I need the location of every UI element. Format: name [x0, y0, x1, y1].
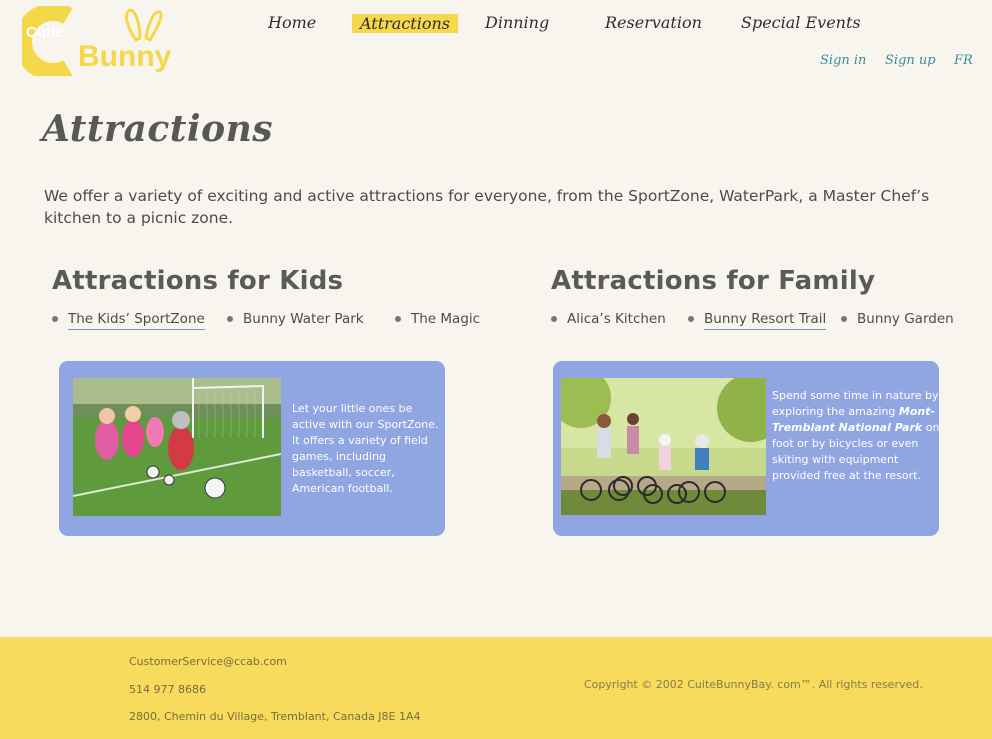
sign-up-link[interactable]: Sign up — [885, 53, 936, 68]
kids-section-title: Attractions for Kids — [52, 266, 344, 296]
footer: CustomerService@ccab.com 514 977 8686 28… — [0, 637, 992, 739]
nav-home[interactable]: Home — [268, 12, 316, 34]
page-title: Attractions — [42, 108, 274, 150]
bullet-icon — [688, 316, 694, 322]
bullet-icon — [841, 316, 847, 322]
bullet-icon — [551, 316, 557, 322]
main-nav: Home Attractions Dinning Reservation Spe… — [0, 12, 992, 36]
tab-label: The Kids’ SportZone — [68, 311, 205, 330]
footer-copyright: Copyright © 2002 CuiteBunnyBay. com™. Al… — [584, 678, 923, 691]
nav-attractions[interactable]: Attractions — [352, 14, 458, 33]
family-tabs: Alica’s Kitchen Bunny Resort Trail Bunny… — [551, 310, 971, 336]
tab-label: Bunny Garden — [857, 311, 954, 327]
soccer-kids-image-icon — [73, 378, 281, 516]
nav-special-events[interactable]: Special Events — [741, 12, 861, 34]
kids-card-description: Let your little ones be active with our … — [292, 402, 439, 495]
account-links: Sign in Sign up FR — [0, 53, 992, 73]
footer-phone: 514 977 8686 — [129, 683, 206, 696]
sign-in-link[interactable]: Sign in — [820, 53, 866, 68]
family-section-title: Attractions for Family — [551, 266, 876, 296]
footer-address: 2800, Chemin du Village, Tremblant, Cana… — [129, 710, 421, 723]
family-attraction-card: Spend some time in nature by exploring t… — [553, 361, 939, 536]
bullet-icon — [395, 316, 401, 322]
family-biking-image-icon — [561, 378, 766, 515]
family-card-description: Spend some time in nature by exploring t… — [772, 388, 940, 484]
nav-reservation[interactable]: Reservation — [605, 12, 702, 34]
family-biking-photo — [561, 378, 766, 515]
kids-tabs: The Kids’ SportZone Bunny Water Park The… — [52, 310, 492, 336]
tab-label: The Magic — [411, 311, 481, 327]
bullet-icon — [52, 316, 58, 322]
footer-email[interactable]: CustomerService@ccab.com — [129, 655, 287, 668]
language-toggle[interactable]: FR — [954, 53, 973, 68]
kids-soccer-photo — [73, 378, 281, 516]
nav-dinning[interactable]: Dinning — [485, 12, 549, 34]
tab-label: Alica’s Kitchen — [567, 311, 666, 327]
kids-attraction-card: Let your little ones be active with our … — [59, 361, 445, 536]
page-intro: We offer a variety of exciting and activ… — [44, 187, 930, 227]
tab-label: Bunny Water Park — [243, 311, 364, 327]
bullet-icon — [227, 316, 233, 322]
tab-label: Bunny Resort Trail — [704, 311, 827, 330]
